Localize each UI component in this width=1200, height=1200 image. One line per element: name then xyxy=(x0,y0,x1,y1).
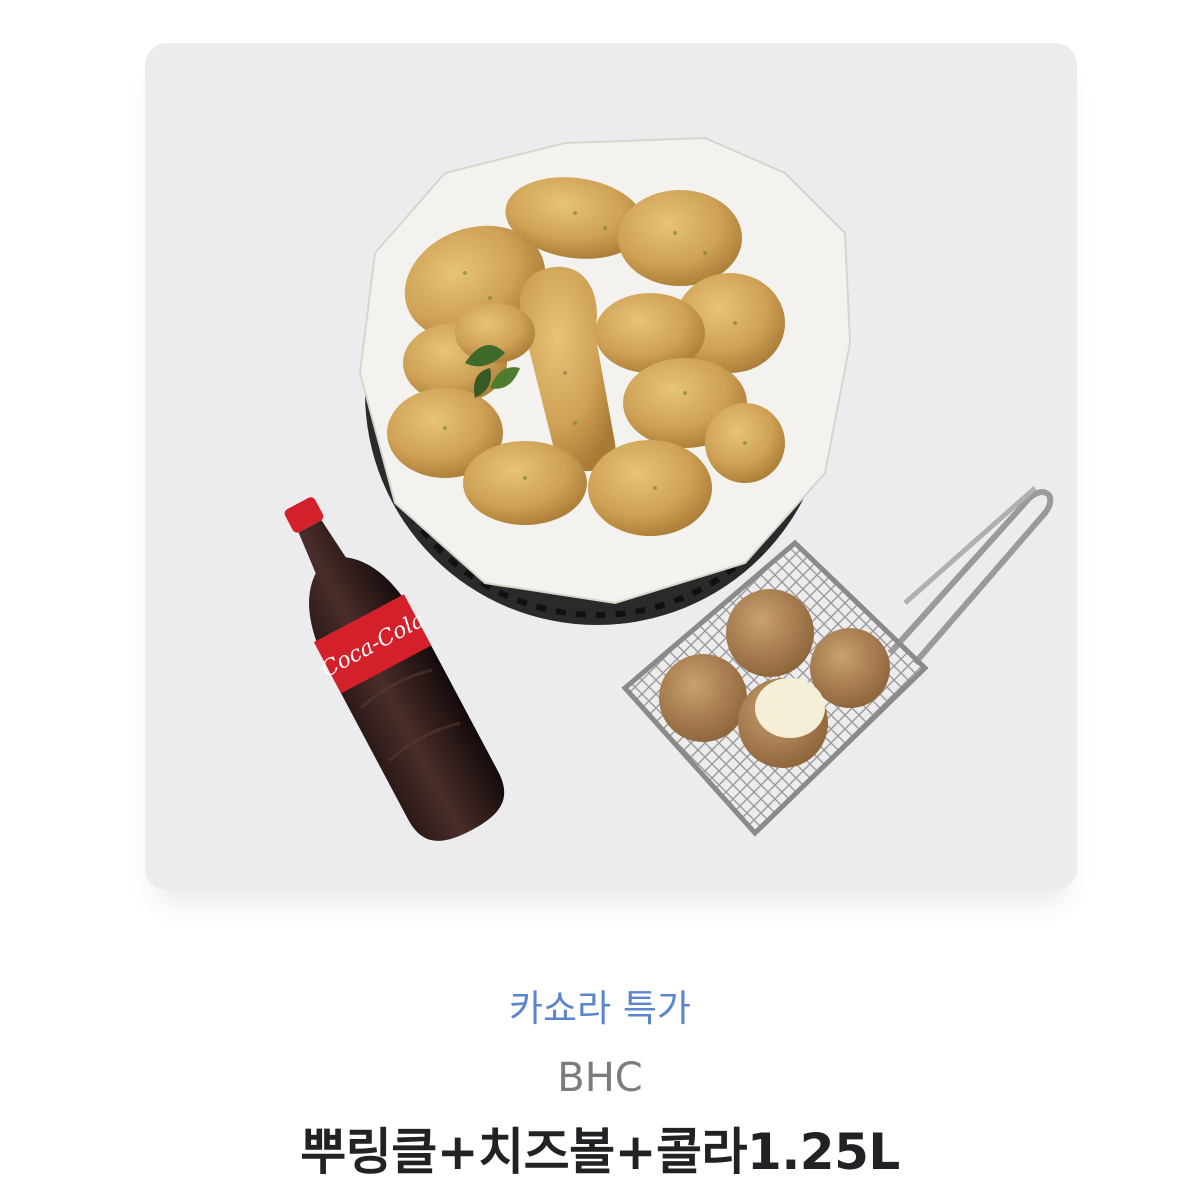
cheese-ball xyxy=(726,589,814,677)
product-detail-page: Coca-Cola 카쇼라 특가 BHC 뿌링클+치즈볼+콜라1.25L xyxy=(0,0,1200,1200)
brand-name: BHC xyxy=(557,1055,643,1101)
cheese-filling xyxy=(755,678,825,738)
product-image: Coca-Cola xyxy=(284,136,1054,841)
promo-label: 카쇼라 특가 xyxy=(509,987,691,1030)
cheese-ball xyxy=(659,654,747,742)
product-title: 뿌링클+치즈볼+콜라1.25L xyxy=(300,1123,900,1181)
product-image-card[interactable]: Coca-Cola xyxy=(145,43,1077,890)
